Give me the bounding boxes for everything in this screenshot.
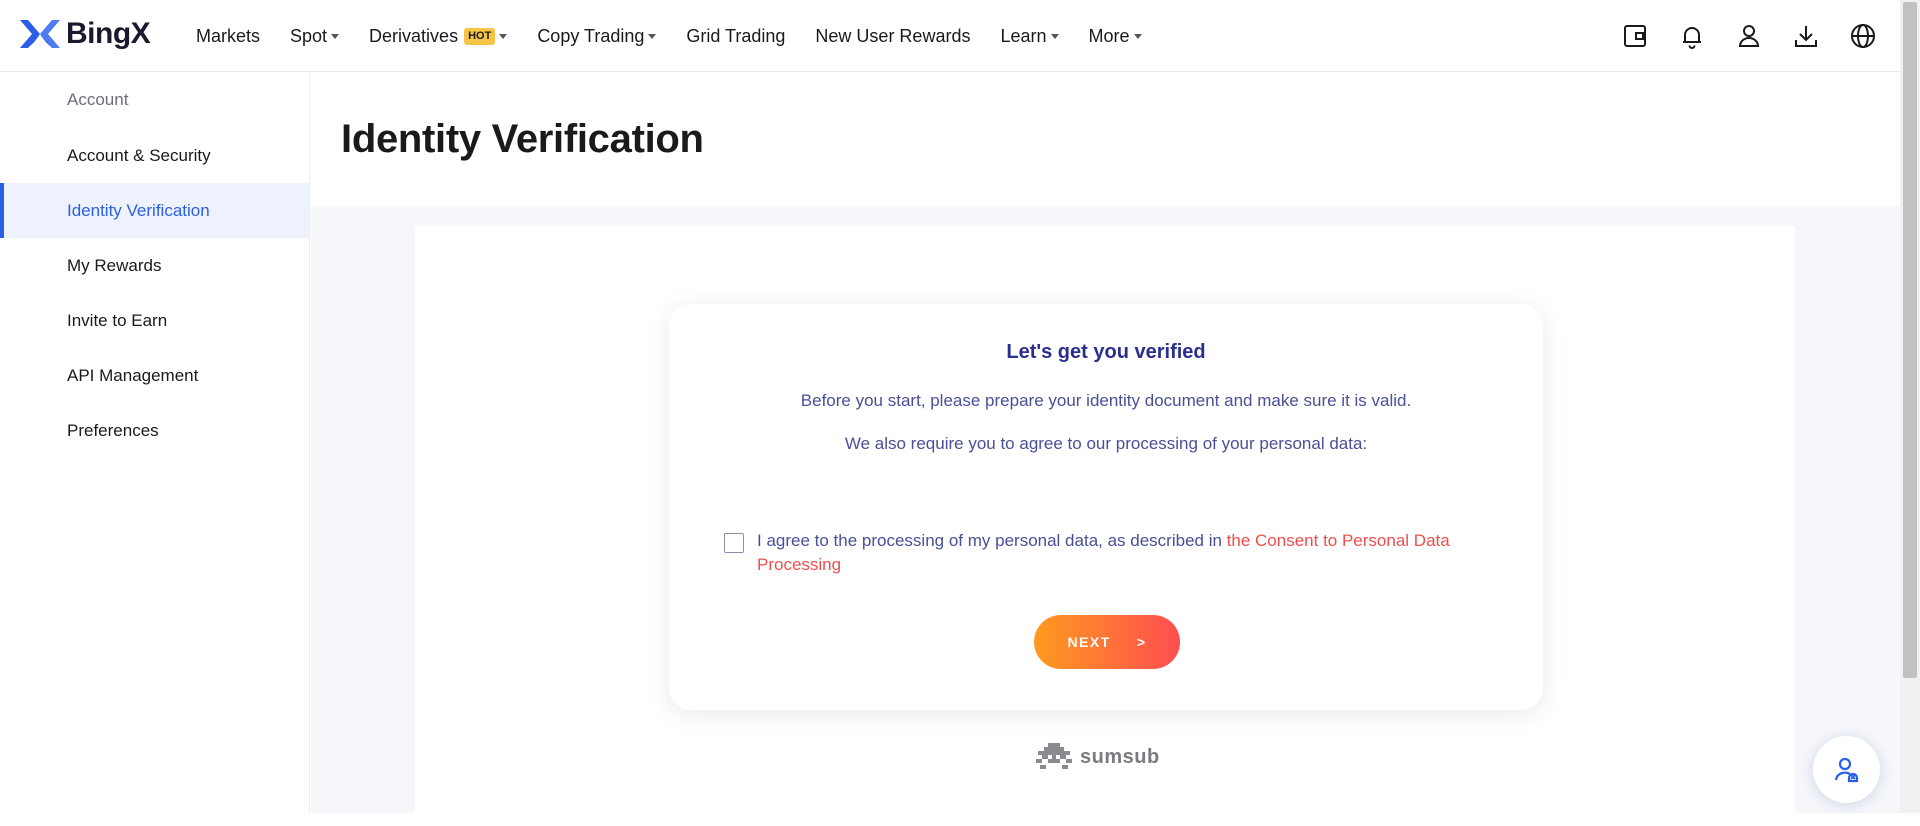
customer-support-button[interactable] [1813,736,1880,803]
bell-icon[interactable] [1677,21,1707,51]
sidebar-item-identity-verification[interactable]: Identity Verification [0,183,309,238]
nav-derivatives[interactable]: Derivatives HOT [369,25,508,47]
wallet-icon[interactable] [1620,21,1650,51]
nav-copy-trading[interactable]: Copy Trading [537,25,657,47]
brand-name: BingX [66,17,151,50]
main-nav: Markets Spot Derivatives HOT Copy Tradin… [196,0,1172,72]
nav-more-label: More [1088,25,1130,46]
globe-icon[interactable] [1848,21,1878,51]
nav-markets-label: Markets [196,25,261,46]
nav-new-user-rewards-label: New User Rewards [815,25,971,46]
sumsub-mascot-icon [1036,743,1072,769]
nav-new-user-rewards[interactable]: New User Rewards [815,26,970,47]
account-sidebar: Account Account & Security Identity Veri… [0,73,310,813]
nav-copy-trading-label: Copy Trading [537,25,645,46]
sidebar-item-invite-to-earn[interactable]: Invite to Earn [0,293,309,348]
next-button[interactable]: NEXT > [1034,615,1180,669]
sidebar-item-label: My Rewards [67,255,162,275]
nav-grid-trading-label: Grid Trading [686,25,786,46]
nav-learn[interactable]: Learn [1000,25,1059,47]
nav-grid-trading[interactable]: Grid Trading [686,26,785,47]
nav-derivatives-label: Derivatives [369,25,459,46]
nav-learn-label: Learn [1000,25,1047,46]
card-instruction-2: We also require you to agree to our proc… [844,434,1368,453]
verification-card: Let's get you verified Before you start,… [669,304,1543,710]
card-title: Let's get you verified [1006,341,1206,363]
caret-down-icon [648,33,657,39]
hot-badge: HOT [464,27,496,45]
consent-text: I agree to the processing of my personal… [757,531,1227,550]
consent-row: I agree to the processing of my personal… [724,529,1484,577]
page-title: Identity Verification [341,117,704,161]
caret-down-icon [499,33,508,39]
main-content: Identity Verification Let's get you veri… [311,73,1900,826]
bingx-logo[interactable]: BingX [18,16,151,52]
page-scrollbar[interactable] [1900,0,1920,813]
sidebar-item-label: API Management [67,365,199,385]
sidebar-item-label: Account & Security [67,145,211,165]
sidebar-item-label: Preferences [67,420,159,440]
consent-label: I agree to the processing of my personal… [757,529,1484,577]
bingx-logo-icon [20,20,60,48]
next-button-label: NEXT [1067,634,1111,650]
caret-down-icon [1133,33,1142,39]
top-navbar: BingX Markets Spot Derivatives HOT Copy … [0,0,1900,72]
user-icon[interactable] [1734,21,1764,51]
support-agent-icon [1834,757,1858,782]
chevron-right-icon: > [1136,634,1147,650]
consent-checkbox[interactable] [724,533,744,553]
card-instruction-1: Before you start, please prepare your id… [800,391,1412,410]
sidebar-header: Account [67,90,129,109]
nav-more[interactable]: More [1089,26,1142,47]
scrollbar-thumb[interactable] [1903,2,1917,678]
nav-spot[interactable]: Spot [290,25,340,47]
page-header: Identity Verification [311,73,1900,206]
sumsub-wordmark: sumsub [1080,745,1160,768]
sidebar-item-preferences[interactable]: Preferences [0,403,309,458]
sidebar-item-label: Invite to Earn [67,310,168,330]
nav-icon-group [1593,0,1878,72]
nav-markets[interactable]: Markets [196,26,260,47]
verification-panel: Let's get you verified Before you start,… [415,226,1795,826]
sidebar-item-label: Identity Verification [67,200,210,220]
sidebar-item-api-management[interactable]: API Management [0,348,309,403]
caret-down-icon [1050,33,1059,39]
nav-spot-label: Spot [290,25,328,46]
caret-down-icon [331,33,340,39]
sumsub-logo: sumsub [1034,741,1160,773]
sidebar-item-account-security[interactable]: Account & Security [0,128,309,183]
download-icon[interactable] [1791,21,1821,51]
sidebar-item-my-rewards[interactable]: My Rewards [0,238,309,293]
